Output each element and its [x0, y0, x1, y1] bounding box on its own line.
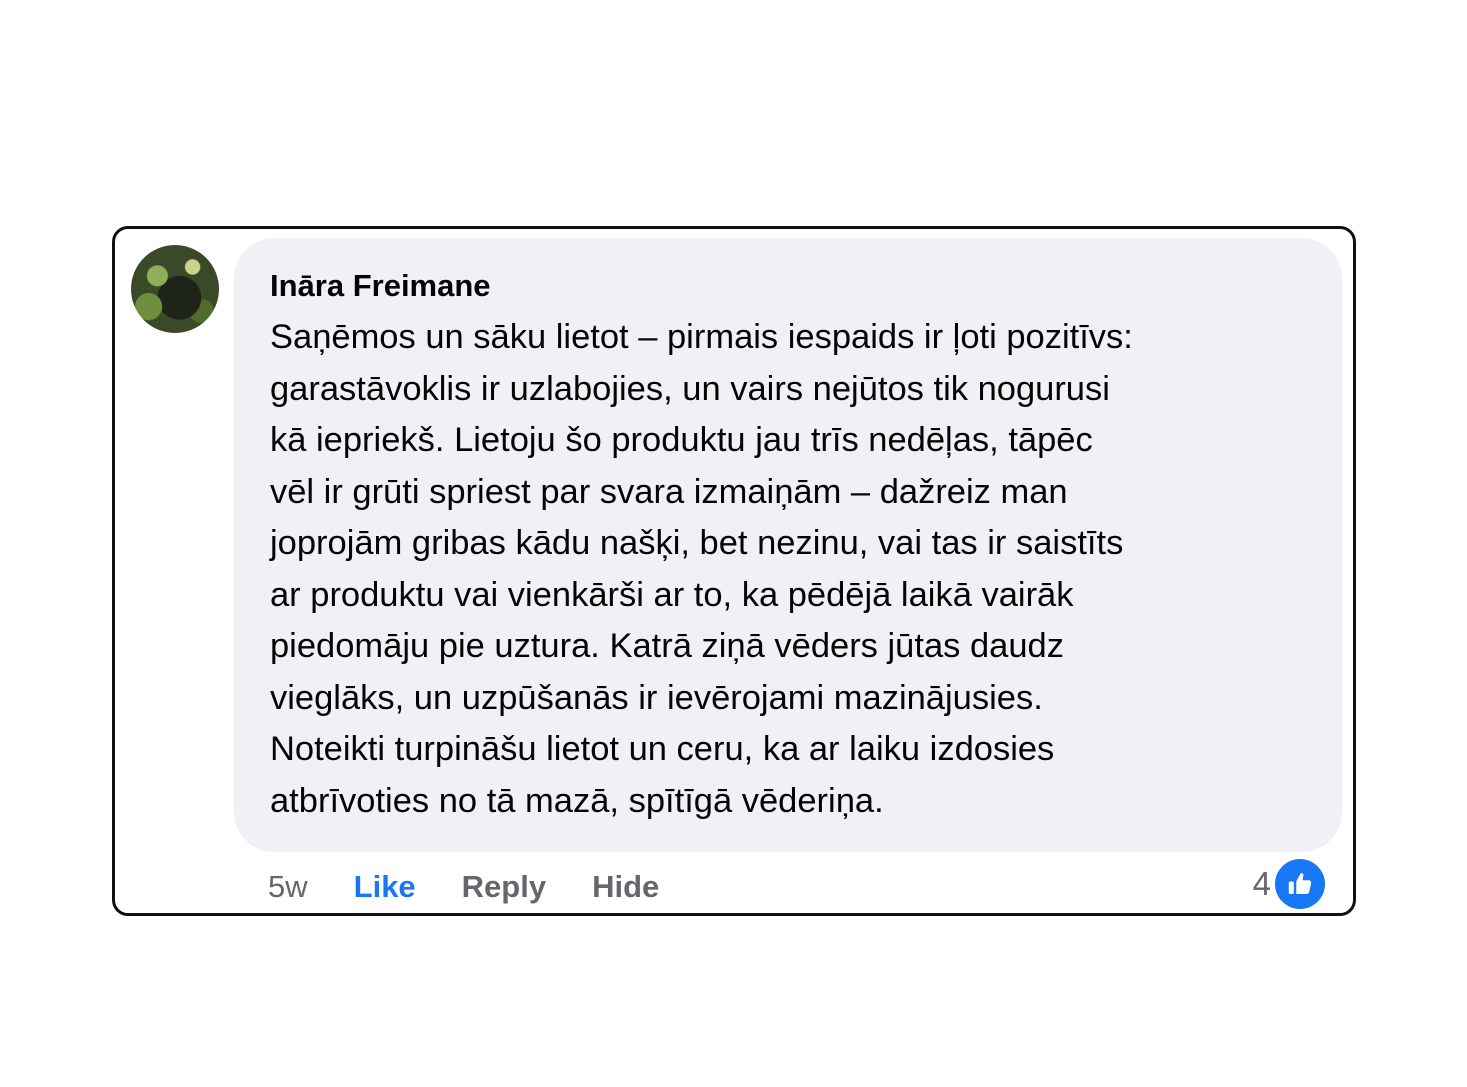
- avatar[interactable]: [131, 245, 219, 333]
- comment-text-line: Saņēmos un sāku lietot – pirmais iespaid…: [270, 318, 1133, 356]
- comment-card: Ināra Freimane Saņēmos un sāku lietot – …: [112, 226, 1356, 916]
- comment-author[interactable]: Ināra Freimane: [270, 266, 1306, 306]
- comment-text-line: vieglāks, un uzpūšanās ir ievērojami maz…: [270, 678, 1043, 717]
- comment-actions: 5w Like Reply Hide: [268, 865, 659, 909]
- comment-text-line: joprojām gribas kādu našķi, bet nezinu, …: [270, 524, 1124, 562]
- thumbs-up-icon: [1275, 859, 1325, 909]
- comment-text-line: ar produktu vai vienkārši ar to, ka pēdē…: [270, 575, 1074, 614]
- reaction-summary[interactable]: 4: [1253, 859, 1325, 909]
- comment-text-line: kā iepriekš. Lietoju šo produktu jau trī…: [270, 421, 1093, 459]
- hide-button[interactable]: Hide: [592, 869, 659, 905]
- reaction-count: 4: [1252, 865, 1271, 902]
- comment-text-line: Noteikti turpināšu lietot un ceru, ka ar…: [270, 730, 1055, 768]
- comment-text-line: vēl ir grūti spriest par svara izmaiņām …: [270, 472, 1068, 511]
- reply-button[interactable]: Reply: [462, 869, 546, 905]
- comment-text-line: piedomāju pie uztura. Katrā ziņā vēders …: [270, 627, 1064, 665]
- comment-timestamp[interactable]: 5w: [268, 869, 308, 905]
- comment-bubble: Ināra Freimane Saņēmos un sāku lietot – …: [234, 238, 1342, 852]
- like-button[interactable]: Like: [354, 869, 416, 905]
- comment-text-line: atbrīvoties no tā mazā, spītīgā vēderiņa…: [270, 781, 884, 820]
- comment-text-line: garastāvoklis ir uzlabojies, un vairs ne…: [270, 369, 1110, 408]
